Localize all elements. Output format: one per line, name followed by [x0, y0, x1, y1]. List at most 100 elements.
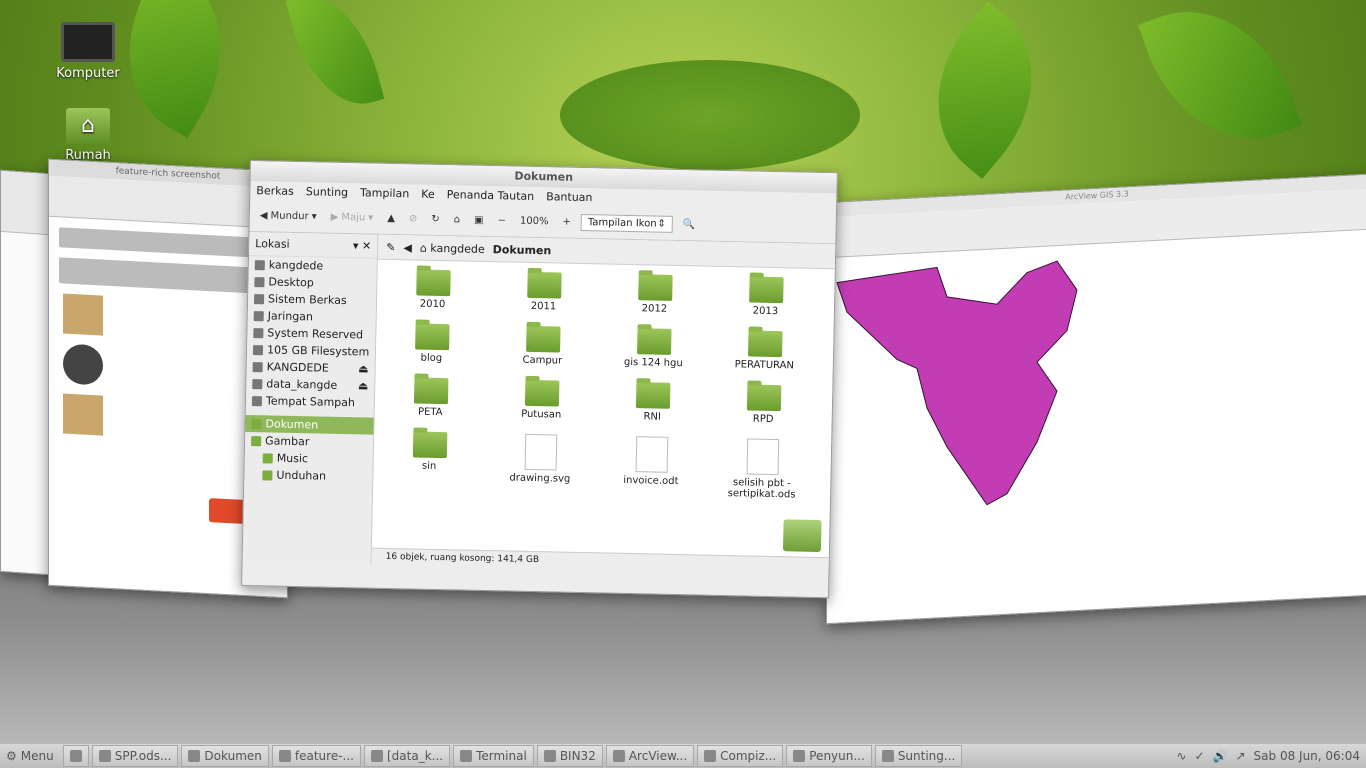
pathbar-toggle-icon[interactable]: ✎	[386, 240, 395, 253]
file-item[interactable]: drawing.svg	[484, 433, 596, 496]
file-item[interactable]: 2011	[488, 271, 600, 313]
breadcrumb-parent[interactable]: ⌂ kangdede	[420, 241, 485, 255]
back-button[interactable]: ◀ Mundur ▾	[256, 208, 321, 224]
file-item[interactable]: sin	[373, 431, 485, 494]
sidebar-item-label: data_kangde	[266, 377, 338, 392]
eject-icon[interactable]: ⏏	[358, 362, 369, 375]
taskbar-button[interactable]: [data_k...	[363, 745, 451, 767]
taskbar-button[interactable]: SPP.ods...	[91, 745, 179, 767]
menu-sunting[interactable]: Sunting	[306, 185, 349, 199]
folder-icon	[526, 271, 562, 299]
network-icon	[253, 310, 264, 321]
desktop-icon	[254, 276, 265, 287]
taskbar-button-label: Terminal	[476, 749, 527, 763]
app-icon	[612, 750, 625, 762]
reload-icon[interactable]: ↻	[427, 211, 444, 226]
trash-icon	[251, 395, 263, 406]
app-icon	[278, 750, 291, 762]
breadcrumb-current[interactable]: Dokumen	[493, 243, 552, 257]
show-desktop-button[interactable]	[62, 745, 89, 767]
file-item[interactable]: 2013	[710, 276, 822, 318]
sidebar-item-label: KANGDEDE	[266, 360, 329, 375]
taskbar-button[interactable]: Dokumen	[181, 745, 269, 767]
file-item[interactable]: PETA	[375, 377, 487, 419]
file-item[interactable]: invoice.odt	[595, 435, 707, 498]
leaf-decoration	[897, 1, 1073, 179]
folder-icon	[262, 469, 273, 481]
drive-icon	[253, 293, 265, 304]
taskbar-button-label: Penyun...	[809, 749, 865, 763]
taskbar-button[interactable]: BIN32	[536, 745, 603, 767]
zoom-level: 100%	[519, 215, 549, 227]
menu-ke[interactable]: Ke	[421, 187, 435, 200]
taskbar-button[interactable]: feature-...	[271, 745, 361, 767]
file-label: RNI	[643, 411, 662, 423]
up-icon[interactable]: ▲	[383, 210, 399, 225]
file-item[interactable]: gis 124 hgu	[598, 327, 710, 369]
file-item[interactable]: 2010	[377, 269, 489, 311]
arcview-window[interactable]: ArcView GIS 3.3	[826, 173, 1366, 625]
file-grid: 2010 2011 2012 2013 blog Campur gis 124 hgu PER…	[373, 261, 822, 501]
menu-bantuan[interactable]: Bantuan	[546, 190, 593, 204]
computer-icon[interactable]: ▣	[470, 212, 488, 227]
file-item[interactable]: RNI	[597, 381, 709, 423]
stop-icon[interactable]: ⊘	[405, 211, 422, 226]
taskbar-button[interactable]: ArcView...	[605, 745, 695, 767]
breadcrumb-back-icon[interactable]: ◀	[403, 241, 412, 254]
sidebar-item-unduhan[interactable]: Unduhan	[244, 466, 372, 486]
folder-emblem-icon	[782, 519, 822, 553]
sidebar-title[interactable]: Lokasi	[255, 237, 290, 251]
file-manager-window[interactable]: Dokumen Berkas Sunting Tampilan Ke Penan…	[241, 160, 838, 599]
folder-icon	[747, 330, 783, 358]
desktop-icon-computer[interactable]: Komputer	[33, 22, 143, 81]
zoom-in-icon[interactable]: +	[558, 214, 575, 229]
taskbar-button-label: Compiz...	[720, 749, 777, 763]
view-mode-select[interactable]: Tampilan Ikon ⇕	[580, 213, 674, 233]
file-item[interactable]: RPD	[708, 384, 820, 426]
folder-icon	[746, 384, 781, 412]
taskbar-button[interactable]: Compiz...	[697, 745, 784, 767]
drive-icon	[252, 378, 263, 389]
folder-icon	[635, 382, 670, 409]
close-icon[interactable]: ✕	[362, 239, 371, 252]
view-mode-label: Tampilan Ikon	[587, 216, 657, 230]
update-icon[interactable]: ✓	[1194, 749, 1204, 763]
sidebar-item-label: Music	[276, 451, 309, 466]
file-item[interactable]: 2012	[599, 273, 711, 315]
taskbar-button[interactable]: Terminal	[453, 745, 534, 767]
network-icon[interactable]: ∿	[1176, 749, 1186, 763]
file-label: Putusan	[521, 408, 562, 421]
file-label: PETA	[417, 406, 443, 419]
file-item[interactable]: selisih pbt - sertipikat.ods	[706, 438, 818, 501]
menu-tampilan[interactable]: Tampilan	[360, 186, 409, 200]
forward-button[interactable]: ▶ Maju ▾	[327, 209, 378, 225]
search-icon[interactable]: 🔍	[679, 216, 700, 231]
power-icon[interactable]: ↗	[1235, 749, 1245, 763]
monitor-icon	[61, 22, 115, 62]
volume-icon[interactable]: 🔊	[1213, 749, 1228, 763]
file-item[interactable]: blog	[376, 323, 488, 365]
taskbar-button[interactable]: Penyun...	[786, 745, 872, 767]
file-view[interactable]: ✎ ◀ ⌂ kangdede Dokumen 2010 2011 2012 2013 b…	[371, 234, 838, 575]
taskbar-button[interactable]: Sunting...	[874, 745, 963, 767]
menu-button[interactable]: ⚙ Menu	[0, 746, 60, 766]
map-canvas[interactable]	[827, 235, 1366, 623]
dropdown-icon[interactable]: ▾	[353, 239, 359, 252]
file-item[interactable]: PERATURAN	[709, 330, 821, 372]
file-item[interactable]: Putusan	[486, 379, 598, 421]
taskbar-button-label: feature-...	[294, 749, 354, 763]
file-item[interactable]: Campur	[487, 325, 599, 367]
file-label: blog	[420, 352, 443, 365]
menu-penanda-tautan[interactable]: Penanda Tautan	[447, 188, 535, 203]
zoom-out-icon[interactable]: −	[493, 213, 510, 228]
system-tray: ∿ ✓ 🔊 ↗ Sab 08 Jun, 06:04	[1176, 749, 1366, 763]
eject-icon[interactable]: ⏏	[358, 379, 369, 392]
file-label: selisih pbt - sertipikat.ods	[727, 477, 796, 501]
menu-berkas[interactable]: Berkas	[256, 184, 294, 198]
home-icon[interactable]: ⌂	[450, 212, 465, 227]
clock[interactable]: Sab 08 Jun, 06:04	[1254, 749, 1360, 763]
back-arrow-icon: ◀	[259, 209, 268, 221]
sidebar-item-label: Dokumen	[265, 417, 319, 432]
file-label: Campur	[522, 354, 563, 367]
leaf-decoration	[1137, 0, 1303, 166]
